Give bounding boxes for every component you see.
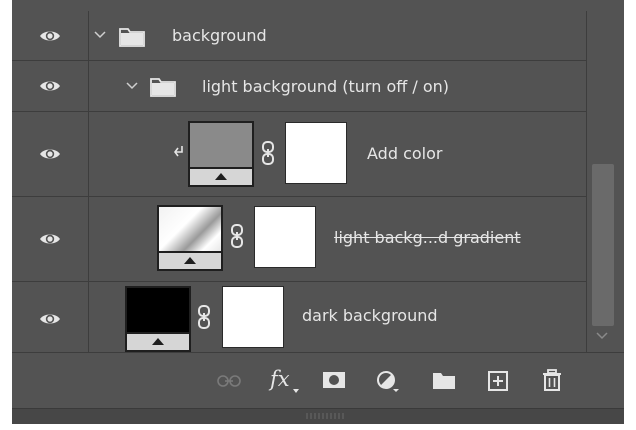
thumbnail-footer	[190, 167, 252, 185]
layer-row-gradient[interactable]: light backg...d gradient	[12, 197, 586, 282]
add-mask-icon[interactable]	[322, 371, 346, 389]
chevron-down-icon[interactable]	[94, 31, 106, 39]
layer-row-light-background[interactable]: light background (turn off / on)	[12, 61, 586, 112]
layer-row-background[interactable]: background	[12, 11, 586, 61]
link-icon[interactable]	[230, 223, 244, 249]
layer-name: background	[172, 26, 267, 45]
adjustment-layer-icon[interactable]	[376, 370, 400, 392]
eye-icon	[40, 314, 60, 323]
new-group-icon[interactable]	[432, 372, 456, 390]
eye-icon	[40, 234, 60, 244]
delete-icon[interactable]	[542, 369, 562, 391]
layer-row-add-color[interactable]: Add color	[12, 112, 586, 197]
thumbnail-footer	[159, 251, 221, 269]
scrollbar-thumb[interactable]	[592, 164, 614, 326]
triangle-icon	[215, 173, 227, 180]
scroll-down-icon[interactable]	[596, 332, 608, 340]
visibility-toggle[interactable]	[12, 61, 89, 111]
layer-mask-thumbnail[interactable]	[254, 206, 316, 268]
layer-mask-thumbnail[interactable]	[222, 286, 284, 348]
link-icon[interactable]	[197, 304, 211, 330]
layer-thumbnail[interactable]	[188, 121, 254, 187]
triangle-icon	[152, 338, 164, 345]
visibility-toggle[interactable]	[12, 11, 89, 60]
dropdown-indicator-icon	[293, 389, 299, 393]
layer-thumbnail[interactable]	[157, 205, 223, 271]
layer-mask-thumbnail[interactable]	[285, 122, 347, 184]
fx-icon[interactable]: fx	[270, 367, 290, 391]
new-layer-icon[interactable]	[488, 371, 508, 391]
layer-row-dark-background[interactable]: dark background	[12, 282, 586, 355]
panel-resize-bar[interactable]	[12, 408, 624, 424]
visibility-toggle[interactable]	[12, 112, 89, 196]
layers-list: background light background (turn off / …	[12, 11, 586, 355]
folder-icon	[119, 28, 145, 47]
visibility-toggle[interactable]	[12, 197, 89, 281]
clipping-arrow-icon	[174, 146, 183, 157]
chevron-down-icon[interactable]	[126, 82, 138, 90]
layer-name: light backg...d gradient	[334, 228, 521, 247]
layer-name: light background (turn off / on)	[202, 77, 449, 96]
triangle-icon	[184, 257, 196, 264]
thumbnail-footer	[127, 332, 189, 350]
eye-icon	[40, 81, 60, 91]
resize-grip-icon[interactable]	[305, 412, 345, 420]
eye-icon	[40, 149, 60, 159]
link-icon[interactable]	[261, 140, 275, 166]
eye-icon	[40, 31, 60, 40]
layer-name: dark background	[302, 306, 438, 325]
visibility-toggle[interactable]	[12, 282, 89, 355]
layers-toolbar: fx	[12, 352, 624, 409]
layer-name: Add color	[367, 144, 443, 163]
link-layers-icon[interactable]	[217, 375, 241, 387]
layer-thumbnail[interactable]	[125, 286, 191, 352]
folder-icon	[150, 78, 176, 97]
